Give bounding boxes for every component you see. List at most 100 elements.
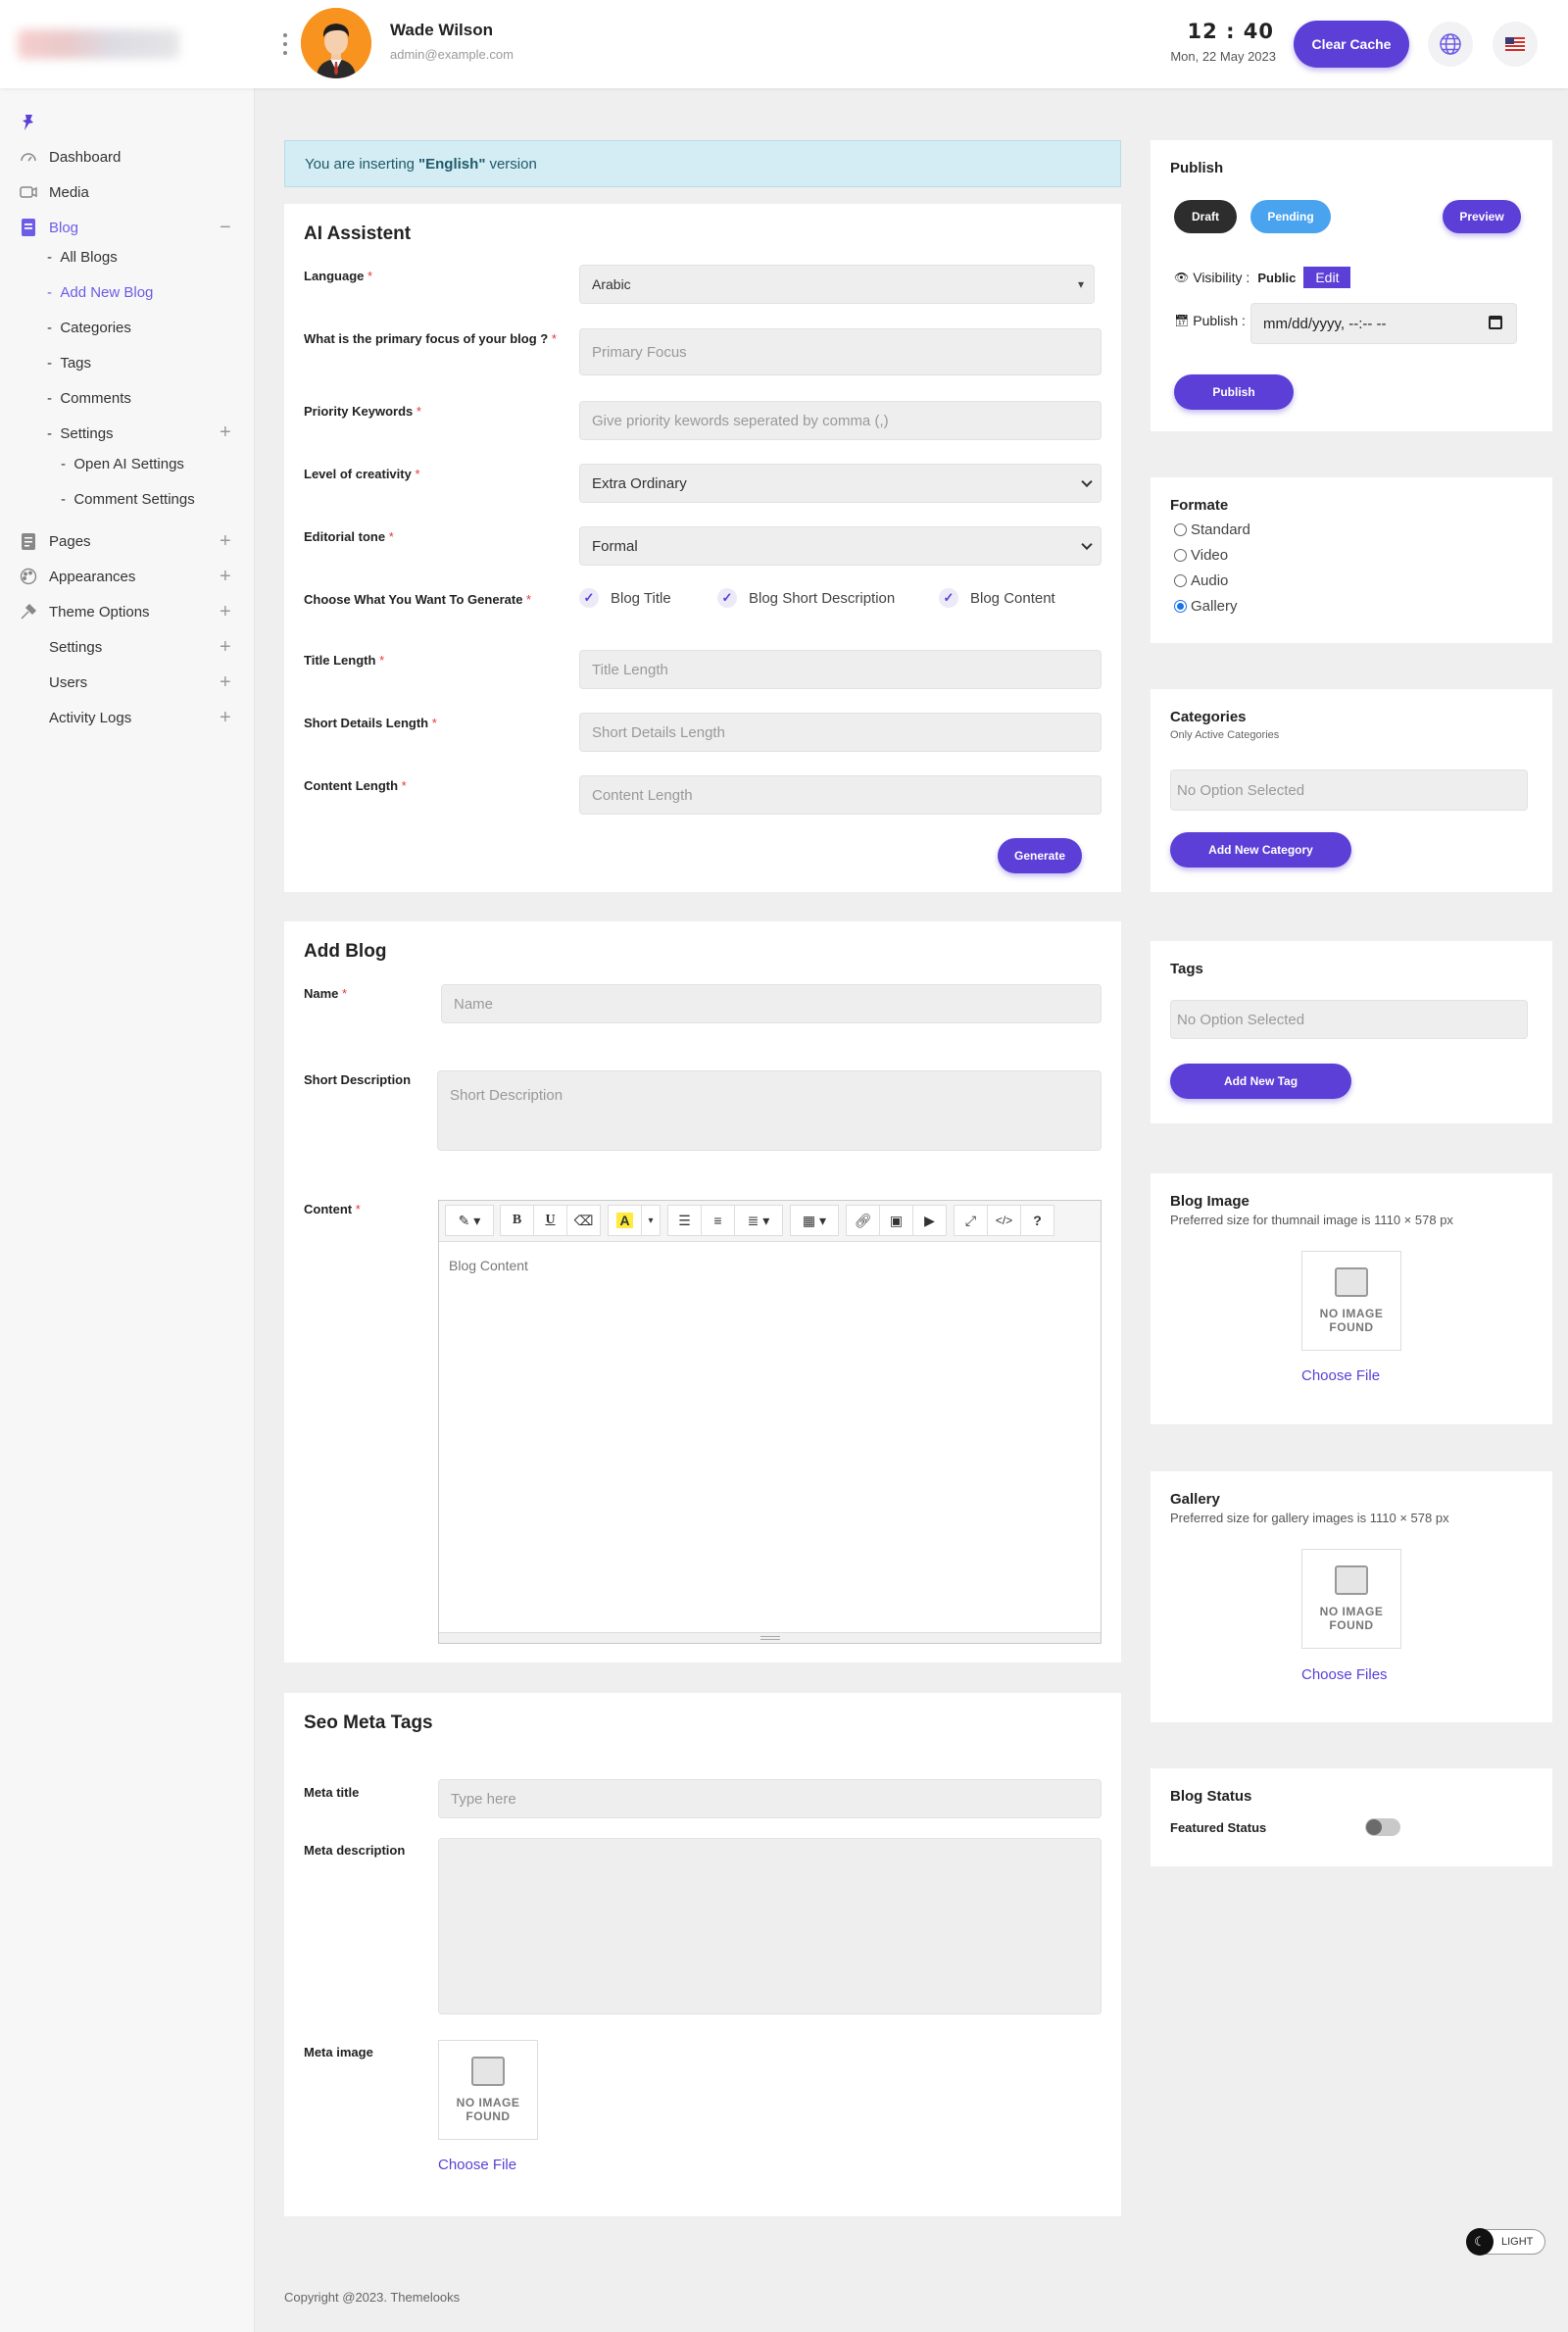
menu-toggle-icon[interactable] bbox=[282, 33, 288, 55]
visibility-edit-button[interactable]: Edit bbox=[1303, 267, 1351, 288]
sidebar-subitem-all-blogs[interactable]: - All Blogs bbox=[47, 249, 118, 266]
short-details-length-input[interactable]: Short Details Length bbox=[579, 713, 1102, 752]
option-blog-content[interactable]: ✓ Blog Content bbox=[939, 588, 1055, 608]
format-audio-radio[interactable]: Audio bbox=[1174, 572, 1228, 589]
sidebar-subitem-open-ai-settings[interactable]: - Open AI Settings bbox=[61, 456, 184, 472]
content-length-input[interactable]: Content Length bbox=[579, 775, 1102, 815]
sidebar-item-settings[interactable]: Settings + bbox=[0, 629, 255, 665]
table-icon[interactable]: ▦ ▾ bbox=[790, 1205, 839, 1236]
card-subtitle: Preferred size for thumnail image is 111… bbox=[1170, 1213, 1453, 1227]
add-new-category-button[interactable]: Add New Category bbox=[1170, 832, 1351, 868]
meta-title-input[interactable]: Type here bbox=[438, 1779, 1102, 1818]
avatar[interactable] bbox=[301, 8, 371, 78]
magic-style-icon[interactable]: ✎ ▾ bbox=[445, 1205, 494, 1236]
creativity-select[interactable]: Extra Ordinary bbox=[579, 464, 1102, 503]
sidebar-subitem-categories[interactable]: - Categories bbox=[47, 320, 131, 336]
color-dropdown-icon[interactable]: ▾ bbox=[641, 1205, 661, 1236]
bold-icon[interactable]: B bbox=[500, 1205, 534, 1236]
blog-image-choose-file-link[interactable]: Choose File bbox=[1301, 1367, 1380, 1384]
priority-keywords-input[interactable]: Give priority kewords seperated by comma… bbox=[579, 401, 1102, 440]
language-select[interactable]: Arabic ▾ bbox=[579, 265, 1095, 304]
meta-image-choose-file-link[interactable]: Choose File bbox=[438, 2157, 516, 2173]
format-video-radio[interactable]: Video bbox=[1174, 547, 1228, 564]
sidebar-subitem-label: Comment Settings bbox=[74, 491, 195, 508]
placeholder: Title Length bbox=[592, 661, 668, 678]
title-length-label: Title Length * bbox=[304, 653, 385, 668]
sidebar-subitem-add-new-blog[interactable]: - Add New Blog bbox=[47, 284, 153, 301]
expand-icon[interactable]: + bbox=[220, 601, 231, 623]
sidebar-item-appearances[interactable]: Appearances + bbox=[0, 559, 255, 594]
gallery-choose-files-link[interactable]: Choose Files bbox=[1301, 1666, 1388, 1683]
format-standard-radio[interactable]: Standard bbox=[1174, 521, 1250, 538]
card-title: Gallery bbox=[1170, 1491, 1220, 1508]
clear-cache-button[interactable]: Clear Cache bbox=[1294, 21, 1409, 68]
video-icon[interactable]: ▶ bbox=[912, 1205, 947, 1236]
text-color-icon[interactable]: A bbox=[608, 1205, 642, 1236]
card-subtitle: Preferred size for gallery images is 111… bbox=[1170, 1511, 1449, 1525]
sidebar-item-dashboard[interactable]: Dashboard bbox=[0, 139, 255, 174]
us-flag-icon[interactable] bbox=[1493, 22, 1538, 67]
expand-icon[interactable]: + bbox=[220, 707, 231, 729]
sidebar-item-activity-logs[interactable]: Activity Logs + bbox=[0, 700, 255, 735]
code-view-icon[interactable]: </> bbox=[987, 1205, 1021, 1236]
eraser-icon[interactable]: ⌫ bbox=[566, 1205, 601, 1236]
expand-icon[interactable]: + bbox=[220, 530, 231, 553]
sidebar-item-pages[interactable]: Pages + bbox=[0, 523, 255, 559]
draft-button[interactable]: Draft bbox=[1174, 200, 1237, 233]
logo[interactable] bbox=[18, 29, 179, 59]
pin-icon[interactable] bbox=[20, 114, 37, 136]
sidebar-subitem-settings[interactable]: - Settings bbox=[47, 425, 114, 442]
meta-description-textarea[interactable] bbox=[438, 1838, 1102, 2014]
sidebar-item-media[interactable]: Media bbox=[0, 174, 255, 210]
sidebar-subitem-comments[interactable]: - Comments bbox=[47, 390, 131, 407]
editor-content[interactable]: Blog Content bbox=[449, 1258, 528, 1273]
categories-select[interactable]: No Option Selected bbox=[1170, 769, 1528, 811]
featured-status-toggle[interactable] bbox=[1365, 1818, 1400, 1836]
help-icon[interactable]: ? bbox=[1020, 1205, 1054, 1236]
sidebar-item-theme-options[interactable]: Theme Options + bbox=[0, 594, 255, 629]
generate-button[interactable]: Generate bbox=[998, 838, 1082, 873]
radio-icon bbox=[1174, 523, 1187, 536]
preview-button[interactable]: Preview bbox=[1443, 200, 1521, 233]
align-icon[interactable]: ≣ ▾ bbox=[734, 1205, 783, 1236]
expand-icon[interactable]: + bbox=[220, 636, 231, 659]
fullscreen-icon[interactable]: ⤢ bbox=[954, 1205, 988, 1236]
image-icon[interactable]: ▣ bbox=[879, 1205, 913, 1236]
sidebar-subitem-tags[interactable]: - Tags bbox=[47, 355, 91, 372]
tone-select[interactable]: Formal bbox=[579, 526, 1102, 566]
expand-icon[interactable]: + bbox=[220, 671, 231, 694]
short-description-label: Short Description bbox=[304, 1072, 412, 1087]
placeholder: Content Length bbox=[592, 786, 693, 804]
expand-icon[interactable]: + bbox=[220, 566, 231, 588]
pending-button[interactable]: Pending bbox=[1250, 200, 1331, 233]
sidebar-subitem-comment-settings[interactable]: - Comment Settings bbox=[61, 491, 195, 508]
sidebar-item-blog[interactable]: Blog − bbox=[0, 210, 255, 245]
underline-icon[interactable]: U bbox=[533, 1205, 567, 1236]
notice-text: You are inserting bbox=[305, 155, 416, 173]
ordered-list-icon[interactable]: ≡ bbox=[701, 1205, 735, 1236]
tags-select[interactable]: No Option Selected bbox=[1170, 1000, 1528, 1039]
sidebar-subitem-label: Settings bbox=[60, 425, 114, 442]
name-input[interactable]: Name bbox=[441, 984, 1102, 1023]
option-blog-short-description[interactable]: ✓ Blog Short Description bbox=[717, 588, 895, 608]
keywords-label: Priority Keywords * bbox=[304, 404, 421, 419]
sidebar-item-users[interactable]: Users + bbox=[0, 665, 255, 700]
link-icon[interactable]: 🔗︎ bbox=[846, 1205, 880, 1236]
short-description-textarea[interactable]: Short Description bbox=[437, 1070, 1102, 1151]
add-new-tag-button[interactable]: Add New Tag bbox=[1170, 1064, 1351, 1099]
editor-resize-handle[interactable] bbox=[439, 1632, 1101, 1643]
primary-focus-input[interactable]: Primary Focus bbox=[579, 328, 1102, 375]
theme-toggle[interactable]: ☾ LIGHT bbox=[1466, 2228, 1545, 2256]
bullet-list-icon[interactable]: ☰ bbox=[667, 1205, 702, 1236]
expand-icon[interactable]: + bbox=[220, 422, 231, 444]
sidebar-item-label: Theme Options bbox=[49, 603, 150, 620]
publish-button[interactable]: Publish bbox=[1174, 374, 1294, 410]
globe-icon[interactable] bbox=[1428, 22, 1473, 67]
collapse-icon[interactable]: − bbox=[220, 217, 231, 239]
publish-datetime-input[interactable]: mm/dd/yyyy, --:-- -- bbox=[1250, 303, 1517, 344]
option-blog-title[interactable]: ✓ Blog Title bbox=[579, 588, 671, 608]
title-length-input[interactable]: Title Length bbox=[579, 650, 1102, 689]
format-gallery-radio[interactable]: Gallery bbox=[1174, 598, 1238, 615]
calendar-picker-icon[interactable] bbox=[1489, 316, 1502, 329]
card-title: Publish bbox=[1170, 160, 1224, 176]
